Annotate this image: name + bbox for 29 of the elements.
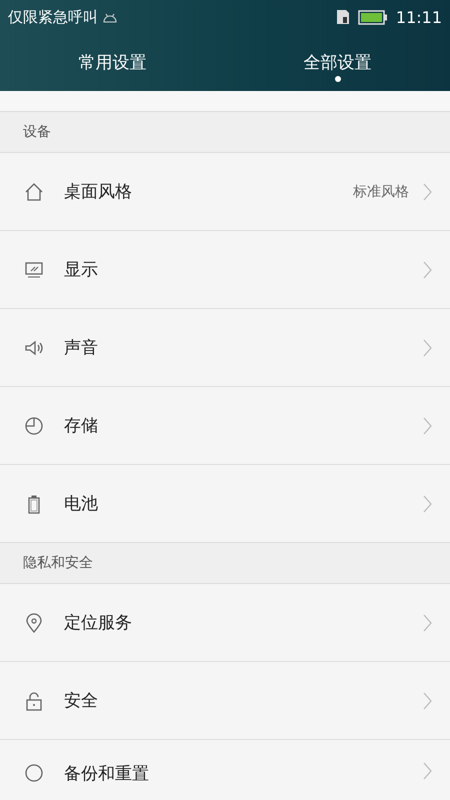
tab[interactable]: 常用设置 — [0, 34, 225, 91]
chevron-right-icon — [423, 338, 432, 356]
sim-card-icon — [336, 9, 350, 25]
item-label: 安全 — [64, 690, 98, 712]
item-label: 存储 — [64, 415, 98, 437]
chevron-right-icon — [423, 260, 432, 278]
carrier-text: 仅限紧急呼叫 — [8, 8, 98, 26]
item-label: 显示 — [64, 259, 98, 281]
item-value: 标准风格 — [353, 182, 409, 200]
chevron-right-icon — [423, 614, 432, 632]
section-header: 设备 — [0, 111, 450, 153]
android-icon — [102, 12, 118, 22]
chevron-right-icon — [423, 182, 432, 200]
item-label: 桌面风格 — [64, 181, 132, 203]
item-label: 声音 — [64, 337, 98, 359]
section-header: 隐私和安全 — [0, 542, 450, 584]
pie-chart-icon — [23, 414, 45, 436]
item-label: 定位服务 — [64, 612, 132, 634]
chevron-right-icon — [423, 762, 432, 780]
item-label: 电池 — [64, 493, 98, 515]
house-icon — [23, 180, 45, 202]
item-label: 备份和重置 — [64, 763, 149, 785]
chevron-right-icon — [423, 692, 432, 710]
battery-icon — [358, 10, 388, 24]
clock-text: 11:11 — [396, 8, 442, 26]
tab[interactable]: 全部设置 — [225, 34, 450, 91]
chevron-right-icon — [423, 416, 432, 434]
circle-icon — [23, 762, 45, 784]
chevron-right-icon — [423, 494, 432, 512]
